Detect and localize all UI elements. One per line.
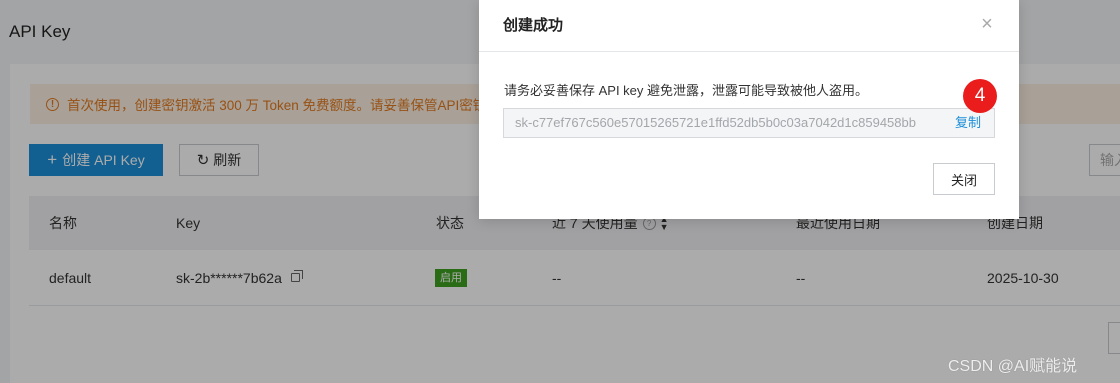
watermark: CSDN @AI赋能说 [948,358,1078,375]
create-success-dialog: 创建成功 × 请务必妥善保存 API key 避免泄露，泄露可能导致被他人盗用。… [479,0,1019,219]
dialog-title: 创建成功 [503,17,564,34]
close-button[interactable]: 关闭 [933,163,995,195]
api-key-field[interactable]: sk-c77ef767c560e57015265721e1ffd52db5b0c… [503,108,995,138]
close-icon[interactable]: × [977,14,997,34]
dialog-header: 创建成功 × [479,0,1019,52]
dialog-message: 请务必妥善保存 API key 避免泄露，泄露可能导致被他人盗用。 [504,83,869,98]
step-number-badge: 4 [963,79,997,113]
